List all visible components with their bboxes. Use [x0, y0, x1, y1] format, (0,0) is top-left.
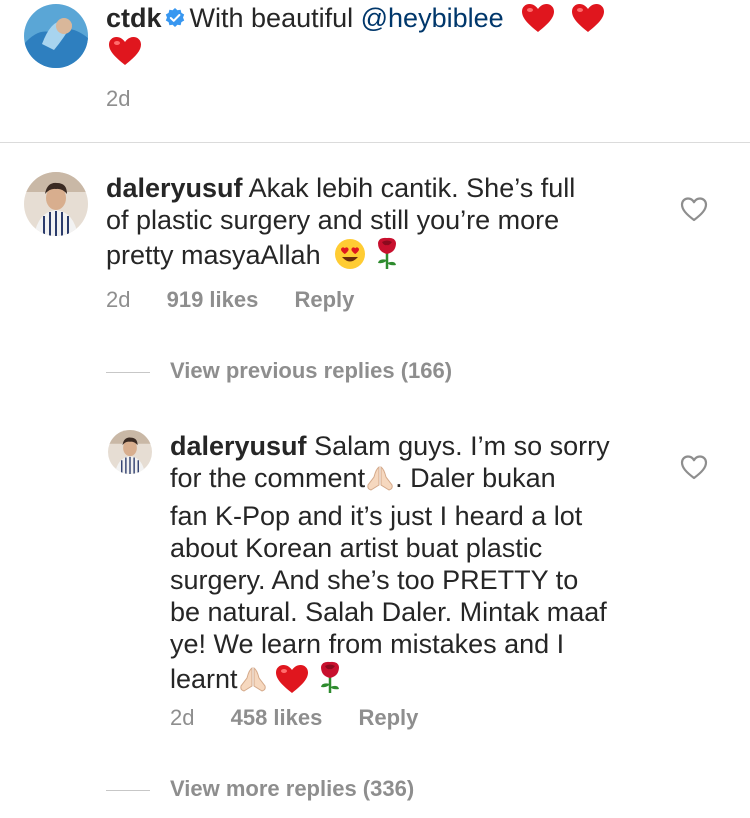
- caption-text: ctdk With beautiful @heybiblee: [106, 2, 726, 40]
- comment-like-heart-icon[interactable]: [680, 196, 708, 222]
- comment-line-2: of plastic surgery and still you’re more: [106, 205, 560, 235]
- comment-avatar[interactable]: [24, 172, 88, 236]
- heart-eyes-emoji-icon: [334, 238, 366, 277]
- replies-divider-line: [106, 371, 150, 373]
- caption-avatar[interactable]: [24, 4, 88, 68]
- rose-emoji-icon: [374, 236, 400, 277]
- reply-line-3: fan K-Pop and it’s just I heard a lot: [170, 501, 583, 531]
- reply-timestamp: 2d: [170, 705, 195, 730]
- heart-emoji-icon: [571, 3, 605, 40]
- reply-line-4: about Korean artist buat plastic: [170, 533, 543, 563]
- comment-likes-count[interactable]: 919 likes: [167, 287, 259, 312]
- comment-text: daleryusuf Akak lebih cantik. She’s full…: [106, 172, 666, 277]
- caption-body: With beautiful: [189, 3, 361, 33]
- heart-emoji-icon: [275, 664, 309, 701]
- reply-reply-button[interactable]: Reply: [358, 705, 418, 730]
- caption-divider: [0, 142, 750, 143]
- caption-username[interactable]: ctdk: [106, 3, 162, 33]
- reply-line-7: ye! We learn from mistakes and I: [170, 629, 565, 659]
- view-more-replies-button[interactable]: View more replies (336): [106, 776, 414, 802]
- replies-divider-line: [106, 789, 150, 791]
- reply-line-8: learnt: [170, 664, 238, 694]
- reply-text: daleryusuf Salam guys. I’m so sorry for …: [170, 430, 670, 701]
- reply-line-2a: for the comment: [170, 463, 366, 493]
- reply-avatar[interactable]: [108, 430, 152, 474]
- folded-hands-emoji-icon: [365, 463, 395, 500]
- view-previous-replies-label: View previous replies (166): [170, 358, 453, 383]
- caption-mention-link[interactable]: @heybiblee: [361, 3, 504, 33]
- comment-line-1: Akak lebih cantik. She’s full: [248, 173, 576, 203]
- caption-timestamp: 2d: [106, 86, 131, 111]
- comment-reply-button[interactable]: Reply: [294, 287, 354, 312]
- folded-hands-emoji-icon: [238, 664, 268, 701]
- reply-line-1: Salam guys. I’m so sorry: [314, 431, 610, 461]
- comment-timestamp: 2d: [106, 287, 131, 312]
- heart-emoji-icon: [521, 3, 555, 40]
- reply-username[interactable]: daleryusuf: [170, 431, 307, 461]
- reply-likes-count[interactable]: 458 likes: [231, 705, 323, 730]
- caption-meta: 2d: [106, 86, 160, 112]
- reply-line-5: surgery. And she’s too PRETTY to: [170, 565, 579, 595]
- view-more-replies-label: View more replies (336): [170, 776, 415, 801]
- reply-line-2b: . Daler bukan: [395, 463, 556, 493]
- heart-emoji-icon: [108, 36, 142, 71]
- rose-emoji-icon: [317, 660, 343, 701]
- verified-badge-icon: [164, 4, 186, 27]
- reply-meta: 2d 458 likes Reply: [170, 705, 448, 731]
- comment-username[interactable]: daleryusuf: [106, 173, 243, 203]
- reply-like-heart-icon[interactable]: [680, 454, 708, 480]
- view-previous-replies-button[interactable]: View previous replies (166): [106, 358, 452, 384]
- comment-line-3: pretty masyaAllah: [106, 240, 321, 270]
- comment-meta: 2d 919 likes Reply: [106, 287, 384, 313]
- reply-line-6: be natural. Salah Daler. Mintak maaf: [170, 597, 607, 627]
